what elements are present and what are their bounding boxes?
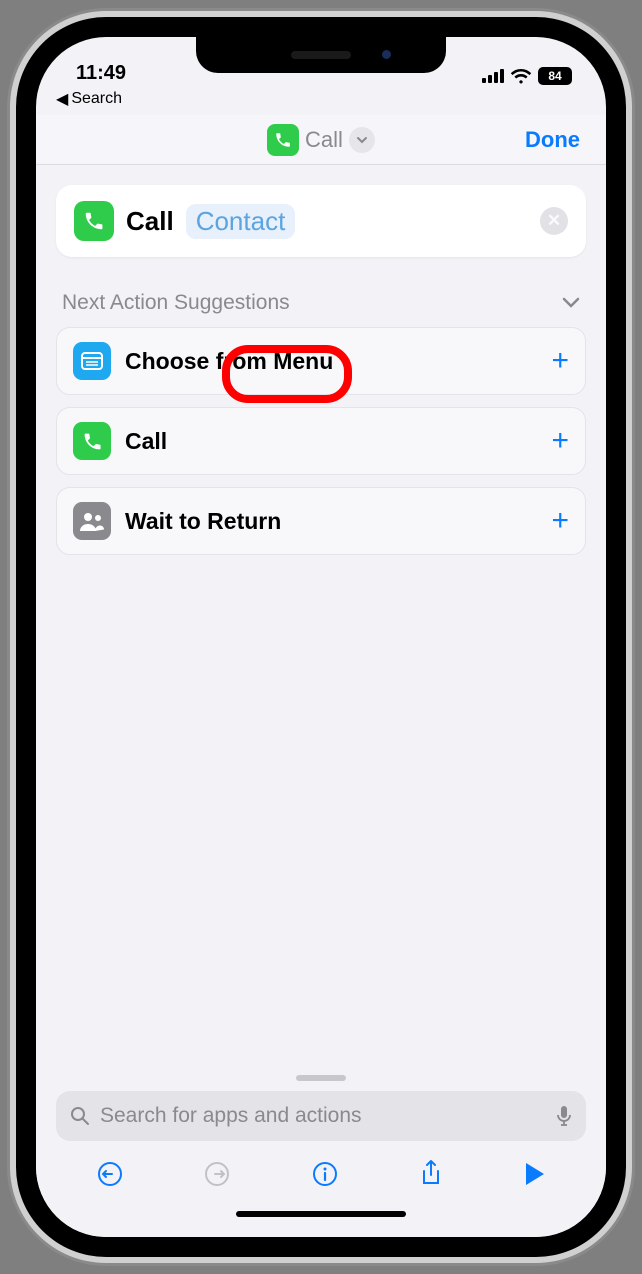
suggestion-label: Call xyxy=(125,428,167,455)
battery-icon: 84 xyxy=(538,67,572,85)
add-button[interactable]: + xyxy=(551,424,569,458)
close-icon: ✕ xyxy=(547,211,561,231)
phone-icon xyxy=(74,201,114,241)
search-input[interactable]: Search for apps and actions xyxy=(56,1091,586,1141)
suggestions-header[interactable]: Next Action Suggestions xyxy=(62,291,580,315)
back-triangle-icon: ◀ xyxy=(56,89,68,109)
undo-button[interactable] xyxy=(96,1160,124,1188)
contact-parameter[interactable]: Contact xyxy=(186,204,296,239)
toolbar xyxy=(56,1141,586,1207)
cellular-icon xyxy=(482,69,504,83)
chevron-down-icon xyxy=(349,127,375,153)
done-button[interactable]: Done xyxy=(525,127,580,153)
phone-icon xyxy=(73,422,111,460)
phone-icon xyxy=(267,124,299,156)
bottom-panel: Search for apps and actions xyxy=(36,1075,606,1237)
main-content: Call Contact ✕ Next Action Suggestions C… xyxy=(36,165,606,1075)
suggestion-label: Wait to Return xyxy=(125,508,281,535)
suggestion-wait-to-return[interactable]: Wait to Return + xyxy=(56,487,586,555)
breadcrumb[interactable]: ◀ Search xyxy=(36,87,606,115)
action-card[interactable]: Call Contact ✕ xyxy=(56,185,586,257)
action-verb: Call xyxy=(126,206,174,237)
breadcrumb-label: Search xyxy=(71,90,122,108)
share-button[interactable] xyxy=(419,1159,443,1189)
device-notch xyxy=(196,37,446,73)
add-button[interactable]: + xyxy=(551,344,569,378)
suggestion-choose-from-menu[interactable]: Choose from Menu + xyxy=(56,327,586,395)
home-indicator[interactable] xyxy=(236,1211,406,1217)
suggestion-call[interactable]: Call + xyxy=(56,407,586,475)
wifi-icon xyxy=(510,68,532,84)
mic-icon[interactable] xyxy=(556,1105,572,1127)
menu-icon xyxy=(73,342,111,380)
redo-button xyxy=(203,1160,231,1188)
search-placeholder: Search for apps and actions xyxy=(100,1104,546,1128)
suggestions-title: Next Action Suggestions xyxy=(62,291,290,315)
status-time: 11:49 xyxy=(76,62,126,85)
info-button[interactable] xyxy=(311,1160,339,1188)
drag-handle[interactable] xyxy=(296,1075,346,1081)
add-button[interactable]: + xyxy=(551,504,569,538)
nav-title: Call xyxy=(305,127,343,153)
clear-button[interactable]: ✕ xyxy=(540,207,568,235)
chevron-down-icon xyxy=(562,297,580,309)
play-button[interactable] xyxy=(522,1161,546,1187)
suggestion-label: Choose from Menu xyxy=(125,348,333,375)
nav-title-group[interactable]: Call xyxy=(267,124,375,156)
people-icon xyxy=(73,502,111,540)
nav-bar: Call Done xyxy=(36,115,606,165)
search-icon xyxy=(70,1106,90,1126)
